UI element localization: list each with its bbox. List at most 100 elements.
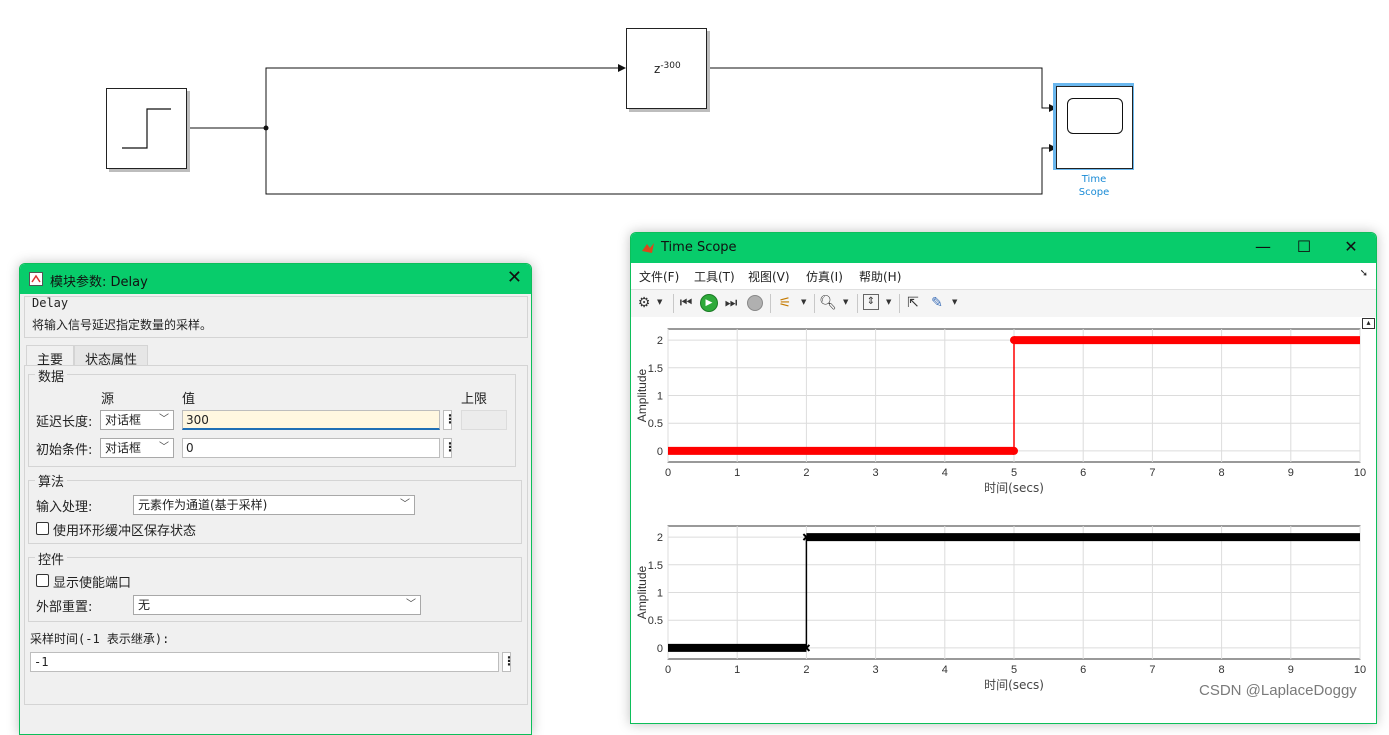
y-tick-label: 1.5 [648,363,663,375]
scope-block[interactable] [1056,86,1133,169]
series-1-marker [1010,336,1018,345]
scope-plots-svg: 0 1 2 3 4 5 6 7 8 9 1000.511.52时间(secs)Amplitude0 1… [635,328,1366,692]
scope-title-bar[interactable]: Time Scope — ☐ ✕ [631,233,1376,263]
menu-help[interactable]: 帮助(H) [859,268,901,285]
chevron-down-icon[interactable]: ▼ [886,298,891,306]
chevron-down-icon[interactable]: ▼ [952,298,957,306]
simulink-diagram: z-300 Time Scope [0,0,1389,230]
x-tick-label: 9 [1288,664,1294,676]
sample-time-input[interactable]: -1 [30,652,499,672]
x-tick-label: 0 [665,664,671,676]
menu-simulation[interactable]: 仿真(I) [806,268,843,285]
circular-buffer-checkbox[interactable] [36,522,49,535]
x-tick-label: 2 [803,664,809,676]
undock-axes-icon[interactable]: ▴ [1362,318,1375,329]
block-name: Delay [32,296,69,310]
signal-line-to-delay[interactable] [265,64,626,128]
delay-block[interactable]: z-300 [626,28,707,109]
chevron-down-icon[interactable]: ▼ [843,298,848,306]
toolbar-separator [899,294,900,313]
delay-length-source-select[interactable]: 对话框 ﹀ [100,410,174,430]
measure-icon[interactable]: ✎ [928,294,946,312]
chevron-down-icon: ﹀ [400,499,410,510]
input-processing-label: 输入处理: [36,500,93,515]
col-header-value: 值 [182,392,196,407]
close-icon[interactable]: ✕ [507,268,522,288]
enable-port-label: 显示使能端口 [53,576,132,591]
delay-block-label: z-300 [654,61,681,76]
stop-icon[interactable] [747,295,763,311]
delay-length-label: 延迟长度: [36,415,93,430]
menu-file[interactable]: 文件(F) [639,268,679,285]
enable-port-checkbox[interactable] [36,574,49,587]
initial-condition-source-select[interactable]: 对话框 ﹀ [100,438,174,458]
dock-icon[interactable]: ➘ [1360,268,1368,279]
dialog-title-bar[interactable]: 模块参数: Delay ✕ [20,264,531,294]
y-tick-label: 1.5 [648,560,663,572]
rewind-icon[interactable]: ⏮ [677,294,695,312]
circular-buffer-label: 使用环形缓冲区保存状态 [53,524,197,539]
y-tick-label: 2 [657,532,663,544]
x-tick-label: 10 [1354,664,1366,676]
x-tick-label: 3 [873,664,879,676]
toolbar-separator [857,294,858,313]
tab-main[interactable]: 主要 [26,345,75,368]
time-scope-window: Time Scope — ☐ ✕ 文件(F) 工具(T) 视图(V) 仿真(I)… [630,232,1377,724]
toolbar-separator [673,294,674,313]
delay-length-more-button[interactable]: ⋮ [443,410,456,430]
step-forward-icon[interactable]: ⏭ [722,294,740,312]
algorithm-group-legend: 算法 [35,471,68,490]
delay-length-input[interactable]: 300 [182,410,440,430]
highlight-icon[interactable]: ⚟ [776,294,794,312]
menu-tools[interactable]: 工具(T) [694,268,735,285]
x-tick-label: 10 [1354,467,1366,479]
block-parameters-dialog: 模块参数: Delay ✕ Delay 将输入信号延迟指定数量的采样。 主要 状… [19,263,532,735]
x-tick-label: 0 [665,467,671,479]
scope-plot-area[interactable]: 0 1 2 3 4 5 6 7 8 9 10 0 0.5 1 1.5 2 时间(secs) Amplitude 0 1… [631,317,1376,723]
simulink-icon [29,272,43,286]
initial-condition-input[interactable]: 0 [182,438,440,458]
gear-icon[interactable]: ⚙ [635,294,653,312]
x-tick-label: 9 [1288,467,1294,479]
y-tick-label: 2 [657,335,663,347]
col-header-upper-limit: 上限 [461,392,488,407]
x-tick-label: 8 [1219,467,1225,479]
tab-state-attributes[interactable]: 状态属性 [74,345,149,368]
menu-view[interactable]: 视图(V) [748,268,790,285]
step-block[interactable] [106,88,187,169]
control-group-legend: 控件 [35,549,68,568]
x-tick-label: 1 [734,664,740,676]
scale-icon[interactable]: ⇕ [863,294,879,310]
close-icon[interactable]: ✕ [1336,237,1366,256]
minimize-icon[interactable]: — [1248,237,1278,256]
signal-line-step-to-scope[interactable] [265,128,1057,195]
y-tick-label: 0.5 [648,418,663,430]
external-reset-select[interactable]: 无 ﹀ [133,595,421,615]
chevron-down-icon[interactable]: ▼ [657,298,662,306]
data-group-legend: 数据 [35,366,68,385]
sample-time-label: 采样时间(-1 表示继承): [30,632,170,646]
input-processing-select[interactable]: 元素作为通道(基于采样) ﹀ [133,495,415,515]
y-axis-label: Amplitude [635,369,649,423]
step-icon [122,108,171,149]
chevron-down-icon[interactable]: ▼ [801,298,806,306]
pin-icon[interactable]: ⇱ [904,294,922,312]
x-tick-label: 4 [942,467,948,479]
y-tick-label: 1 [657,588,663,600]
toolbar-separator [770,294,771,313]
x-axis-label: 时间(secs) [984,481,1044,495]
maximize-icon[interactable]: ☐ [1289,237,1319,256]
sample-time-more-button[interactable]: ⋮ [502,652,515,672]
external-reset-label: 外部重置: [36,600,93,615]
x-tick-label: 4 [942,664,948,676]
run-icon[interactable]: ▶ [700,294,718,312]
chevron-down-icon: ﹀ [159,442,169,453]
y-tick-label: 0 [657,643,663,655]
zoom-icon[interactable]: 🔍︎ [819,294,837,312]
x-axis-label: 时间(secs) [984,678,1044,692]
x-tick-label: 6 [1080,664,1086,676]
initial-condition-more-button[interactable]: ⋮ [443,438,456,458]
col-header-source: 源 [101,392,115,407]
signal-line-delay-to-scope[interactable] [707,67,1057,112]
chevron-down-icon: ﹀ [159,414,169,425]
